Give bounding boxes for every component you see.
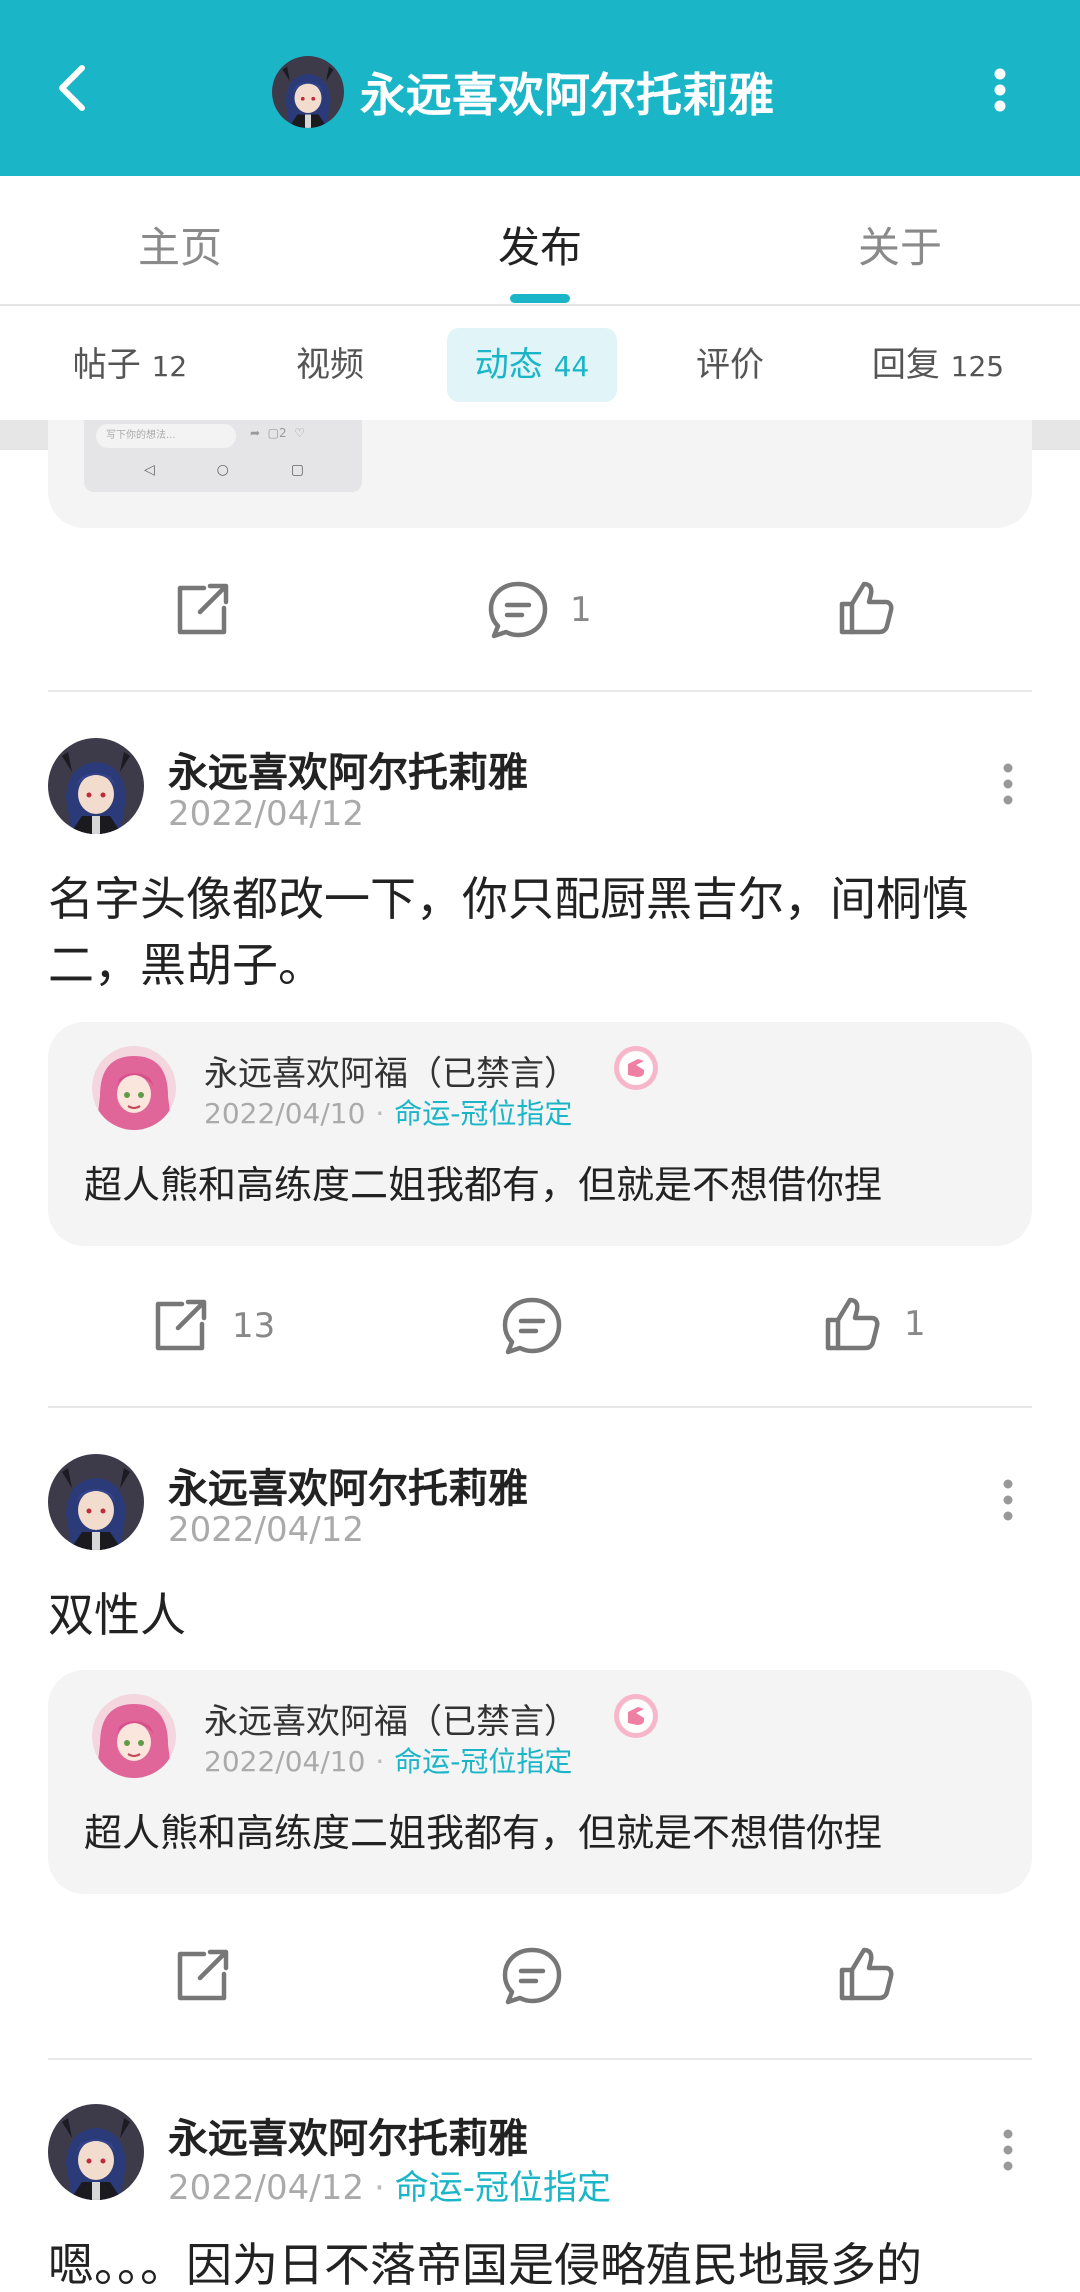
avatar[interactable] (92, 1046, 176, 1130)
post-content: 嗯。。。因为日不落帝国是侵略殖民地最多的 (48, 2238, 922, 2292)
post-tag[interactable]: 命运-冠位指定 (395, 2168, 611, 2208)
active-tab-indicator (510, 294, 570, 303)
quoted-post[interactable]: 永远喜欢阿福（已禁言） 2022/04/10 · 命运-冠位指定 超人熊和高练度二姐… (48, 1022, 1032, 1246)
thumbnail-input: 写下你的想法... (96, 424, 236, 448)
profile-title[interactable]: 永远喜欢阿尔托莉雅 (272, 56, 774, 128)
badge-icon (612, 1692, 660, 1740)
subtab-count: 125 (950, 350, 1005, 383)
like-button[interactable] (834, 576, 898, 640)
quoted-date: 2022/04/10 (204, 1745, 366, 1778)
tab-home[interactable]: 主页 (60, 214, 300, 275)
comment-count: 1 (570, 590, 592, 630)
like-count: 1 (904, 1304, 926, 1344)
subtab-label: 回复 (871, 345, 940, 385)
sub-tab-bar: 帖子 12 视频 动态 44 评价 回复 125 (0, 306, 1080, 420)
thumbnail-actions: ➦ ▢2 ♡ (250, 426, 306, 440)
quoted-meta: 2022/04/10 · 命运-冠位指定 (204, 1745, 573, 1778)
like-button[interactable]: 1 (820, 1292, 926, 1356)
avatar[interactable] (48, 2104, 144, 2200)
subtab-label: 视频 (296, 345, 364, 385)
quoted-text: 超人熊和高练度二姐我都有，但就是不想借你捏 (84, 1163, 883, 1207)
post-author[interactable]: 永远喜欢阿尔托莉雅 (168, 1456, 528, 1514)
subtab-moments[interactable]: 动态 44 (447, 328, 617, 402)
quoted-post[interactable]: 永远喜欢阿福（已禁言） 2022/04/10 · 命运-冠位指定 超人熊和高练度二姐… (48, 1670, 1032, 1894)
subtab-replies[interactable]: 回复 125 (858, 328, 1018, 402)
like-button[interactable] (834, 1942, 898, 2006)
more-vertical-icon[interactable] (976, 58, 1024, 122)
subtab-label: 评价 (696, 345, 764, 385)
post-date: 2022/04/12 · 命运-冠位指定 (168, 2168, 612, 2208)
comment-button[interactable]: 1 (486, 578, 592, 642)
post-author[interactable]: 永远喜欢阿尔托莉雅 (168, 2106, 528, 2164)
avatar[interactable] (92, 1694, 176, 1778)
post-date-text: 2022/04/12 (168, 1510, 364, 1550)
comment-button[interactable] (500, 1294, 564, 1358)
quoted-meta: 2022/04/10 · 命运-冠位指定 (204, 1097, 573, 1130)
thumbnail-comment-count: 2 (279, 426, 287, 440)
subtab-reviews[interactable]: 评价 (670, 328, 790, 402)
avatar[interactable] (48, 738, 144, 834)
like-icon (834, 1942, 898, 2006)
post-date: 2022/04/12 (168, 1510, 364, 1550)
share-icon (170, 1944, 234, 2008)
divider (48, 1406, 1032, 1408)
back-arrow-icon[interactable] (40, 56, 104, 120)
subtab-count: 12 (151, 350, 188, 383)
divider (48, 690, 1032, 692)
post-more-icon[interactable] (988, 1470, 1028, 1530)
comment-icon (500, 1944, 564, 2008)
page-title: 永远喜欢阿尔托莉雅 (360, 68, 774, 122)
quoted-tag[interactable]: 命运-冠位指定 (394, 1745, 572, 1778)
subtab-count: 44 (553, 350, 590, 383)
post-date: 2022/04/12 (168, 794, 364, 834)
share-button[interactable] (170, 1944, 234, 2008)
share-icon (170, 578, 234, 642)
like-icon (834, 576, 898, 640)
like-icon (820, 1292, 884, 1356)
tab-about[interactable]: 关于 (780, 214, 1020, 275)
badge-icon (612, 1044, 660, 1092)
comment-button[interactable] (500, 1944, 564, 2008)
post-more-icon[interactable] (988, 2120, 1028, 2180)
top-app-bar: 永远喜欢阿尔托莉雅 (0, 0, 1080, 176)
subtab-videos[interactable]: 视频 (270, 328, 390, 402)
post-content: 双性人 (48, 1588, 186, 1642)
screenshot-thumbnail: 写下你的想法... ➦ ▢2 ♡ ◁ ○ ▢ (84, 420, 362, 492)
quoted-author[interactable]: 永远喜欢阿福（已禁言） (204, 1694, 578, 1743)
avatar (272, 56, 344, 128)
share-button[interactable] (170, 578, 234, 642)
share-button[interactable]: 13 (148, 1294, 275, 1358)
share-count: 13 (232, 1306, 276, 1346)
post-content: 名字头像都改一下，你只配厨黑吉尔，间桐慎二，黑胡子。 (48, 872, 968, 992)
thumbnail-nav: ◁ ○ ▢ (144, 462, 304, 478)
avatar[interactable] (48, 1454, 144, 1550)
quoted-author[interactable]: 永远喜欢阿福（已禁言） (204, 1046, 578, 1095)
quoted-date: 2022/04/10 (204, 1097, 366, 1130)
post-more-icon[interactable] (988, 754, 1028, 814)
main-tab-bar: 主页 发布 关于 (0, 176, 1080, 306)
comment-icon (486, 578, 550, 642)
share-icon (148, 1294, 212, 1358)
divider (48, 2058, 1032, 2060)
subtab-posts[interactable]: 帖子 12 (60, 328, 200, 402)
post-author[interactable]: 永远喜欢阿尔托莉雅 (168, 740, 528, 798)
comment-icon (500, 1294, 564, 1358)
subtab-label: 帖子 (72, 345, 141, 385)
post-date-text: 2022/04/12 (168, 2168, 364, 2208)
subtab-label: 动态 (474, 345, 543, 385)
quoted-tag[interactable]: 命运-冠位指定 (394, 1097, 572, 1130)
post-date-text: 2022/04/12 (168, 794, 364, 834)
quoted-text: 超人熊和高练度二姐我都有，但就是不想借你捏 (84, 1811, 883, 1855)
tab-publish[interactable]: 发布 (420, 214, 660, 275)
